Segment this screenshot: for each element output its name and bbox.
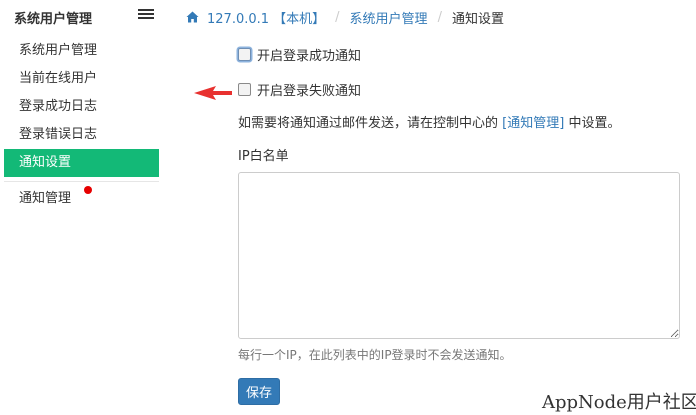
breadcrumb-current: 通知设置 bbox=[451, 11, 504, 27]
login-fail-checkbox[interactable] bbox=[238, 83, 251, 96]
notification-dot bbox=[84, 186, 92, 194]
sidebar-item-online-users[interactable]: 当前在线用户 bbox=[4, 65, 159, 93]
sidebar-title: 系统用户管理 bbox=[14, 12, 93, 27]
save-button[interactable]: 保存 bbox=[238, 378, 280, 405]
sidebar-item-login-error-log[interactable]: 登录错误日志 bbox=[4, 121, 159, 149]
ip-whitelist-textarea[interactable] bbox=[238, 172, 680, 339]
ip-whitelist-label: IP白名单 bbox=[238, 149, 289, 164]
ip-whitelist-help: 每行一个IP，在此列表中的IP登录时不会发送通知。 bbox=[238, 348, 512, 362]
login-success-label: 开启登录成功通知 bbox=[257, 49, 362, 64]
login-fail-label: 开启登录失败通知 bbox=[257, 84, 362, 99]
hint-prefix: 如需要将通知通过邮件发送，请在控制中心的 bbox=[238, 116, 499, 131]
login-fail-option[interactable]: 开启登录失败通知 bbox=[238, 80, 361, 99]
login-success-option[interactable]: 开启登录成功通知 bbox=[238, 45, 361, 64]
breadcrumb: 127.0.0.1 【本机】 / 系统用户管理 / 通知设置 bbox=[186, 7, 504, 27]
breadcrumb-section[interactable]: 系统用户管理 bbox=[350, 8, 428, 27]
sidebar-nav: 系统用户管理 当前在线用户 登录成功日志 登录错误日志 通知设置 通知管理 bbox=[4, 37, 159, 213]
notification-management-link[interactable]: [通知管理] bbox=[502, 116, 564, 131]
login-success-checkbox[interactable] bbox=[238, 48, 251, 61]
sidebar-divider bbox=[4, 181, 159, 182]
home-icon[interactable] bbox=[186, 11, 199, 23]
breadcrumb-host[interactable]: 127.0.0.1 【本机】 bbox=[207, 8, 325, 27]
email-hint: 如需要将通知通过邮件发送，请在控制中心的 [通知管理] 中设置。 bbox=[238, 112, 620, 131]
breadcrumb-separator: / bbox=[437, 9, 442, 25]
sidebar-item-notification-settings[interactable]: 通知设置 bbox=[4, 149, 159, 177]
sidebar: 系统用户管理 系统用户管理 当前在线用户 登录成功日志 登录错误日志 通知设置 … bbox=[0, 0, 168, 415]
watermark: AppNode用户社区 bbox=[542, 392, 696, 413]
sidebar-item-notification-management[interactable]: 通知管理 bbox=[4, 185, 159, 213]
hamburger-icon[interactable] bbox=[138, 7, 154, 23]
red-arrow-annotation bbox=[194, 86, 232, 100]
hint-suffix: 中设置。 bbox=[568, 116, 621, 131]
sidebar-item-login-success-log[interactable]: 登录成功日志 bbox=[4, 93, 159, 121]
sidebar-header: 系统用户管理 bbox=[0, 0, 168, 32]
breadcrumb-separator: / bbox=[335, 9, 340, 25]
sidebar-item-system-users[interactable]: 系统用户管理 bbox=[4, 37, 159, 65]
